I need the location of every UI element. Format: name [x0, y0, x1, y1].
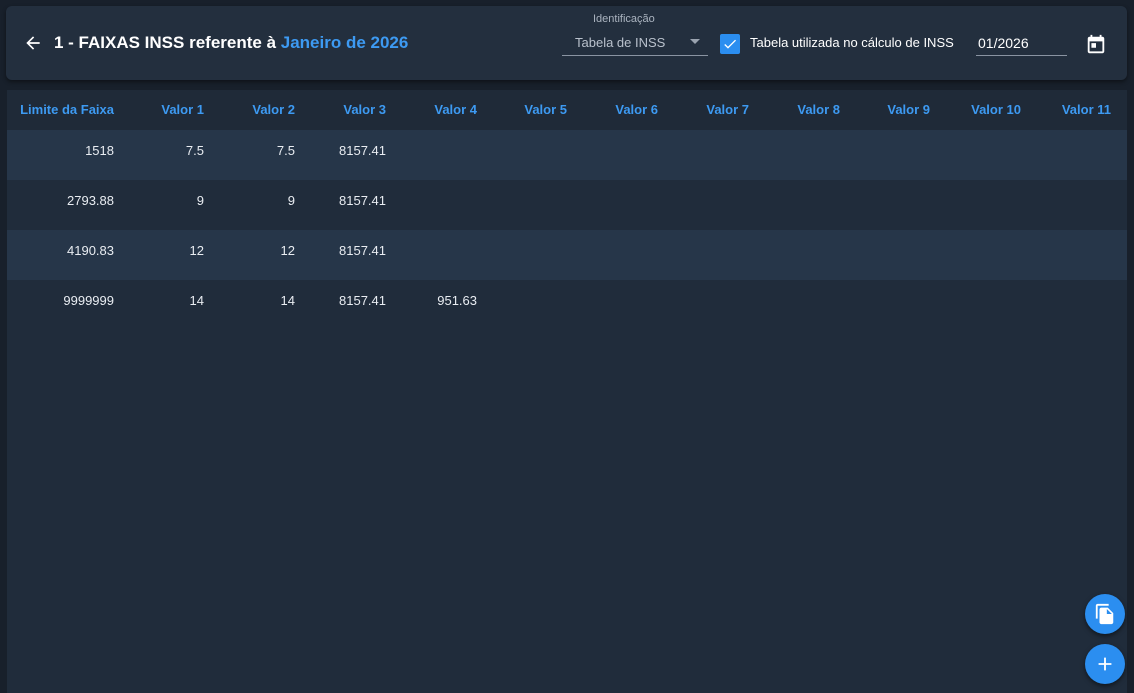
table-row[interactable]: 4190.83 12 12 8157.41 — [7, 230, 1127, 280]
table-cell: 7.5 — [276, 143, 295, 158]
copy-icon — [1095, 603, 1114, 625]
column-header[interactable]: Valor 8 — [797, 102, 840, 117]
column-header[interactable]: Limite da Faixa — [20, 102, 114, 117]
page-header: 1 - FAIXAS INSS referente à Janeiro de 2… — [6, 6, 1127, 80]
column-header[interactable]: Valor 4 — [434, 102, 477, 117]
table-cell: 9 — [287, 193, 295, 208]
table-row[interactable]: 2793.88 9 9 8157.41 — [7, 180, 1127, 230]
title-prefix: 1 - FAIXAS INSS referente à — [54, 33, 277, 52]
table-cell: 12 — [189, 243, 204, 258]
calendar-icon — [1087, 34, 1105, 54]
table-cell: 8157.41 — [339, 243, 386, 258]
identificacao-label: Identificação — [593, 13, 655, 25]
table-cell: 9999999 — [63, 293, 114, 308]
table-cell: 2793.88 — [67, 193, 114, 208]
table-cell: 8157.41 — [339, 143, 386, 158]
table-cell: 7.5 — [185, 143, 204, 158]
column-header[interactable]: Valor 10 — [971, 102, 1021, 117]
table-cell: 4190.83 — [67, 243, 114, 258]
inss-checkbox[interactable] — [720, 34, 740, 54]
calendar-button[interactable] — [1085, 34, 1107, 56]
inss-checkbox-label: Tabela utilizada no cálculo de INSS — [750, 35, 954, 50]
table-cell: 12 — [280, 243, 295, 258]
table-cell: 951.63 — [437, 293, 477, 308]
table-row[interactable]: 1518 7.5 7.5 8157.41 — [7, 130, 1127, 180]
column-header[interactable]: Valor 9 — [887, 102, 930, 117]
column-header[interactable]: Valor 6 — [615, 102, 658, 117]
table-cell: 8157.41 — [339, 293, 386, 308]
table-cell: 9 — [196, 193, 204, 208]
table-cell: 1518 — [85, 143, 114, 158]
table-cell: 14 — [189, 293, 204, 308]
copy-button[interactable] — [1085, 594, 1125, 634]
arrow-left-icon — [26, 36, 40, 50]
table-row[interactable]: 9999999 14 14 8157.41 951.63 — [7, 280, 1127, 330]
column-header[interactable]: Valor 5 — [524, 102, 567, 117]
table-cell: 8157.41 — [339, 193, 386, 208]
column-header[interactable]: Valor 1 — [161, 102, 204, 117]
faixas-table: Limite da Faixa Valor 1 Valor 2 Valor 3 … — [7, 90, 1127, 693]
column-header[interactable]: Valor 2 — [252, 102, 295, 117]
column-header[interactable]: Valor 7 — [706, 102, 749, 117]
checkmark-icon — [724, 39, 736, 49]
back-button[interactable] — [22, 32, 44, 54]
identificacao-select[interactable]: Tabela de INSS — [562, 32, 708, 56]
date-input[interactable] — [976, 30, 1067, 55]
add-button[interactable] — [1085, 644, 1125, 684]
table-header: Limite da Faixa Valor 1 Valor 2 Valor 3 … — [7, 90, 1127, 130]
table-cell: 14 — [280, 293, 295, 308]
date-field[interactable] — [976, 30, 1067, 56]
chevron-down-icon — [690, 39, 700, 44]
plus-icon — [1098, 657, 1112, 671]
title-period: Janeiro de 2026 — [280, 33, 409, 52]
identificacao-value: Tabela de INSS — [575, 35, 666, 50]
column-header[interactable]: Valor 11 — [1062, 102, 1111, 117]
page-title: 1 - FAIXAS INSS referente à Janeiro de 2… — [54, 33, 408, 53]
column-header[interactable]: Valor 3 — [343, 102, 386, 117]
